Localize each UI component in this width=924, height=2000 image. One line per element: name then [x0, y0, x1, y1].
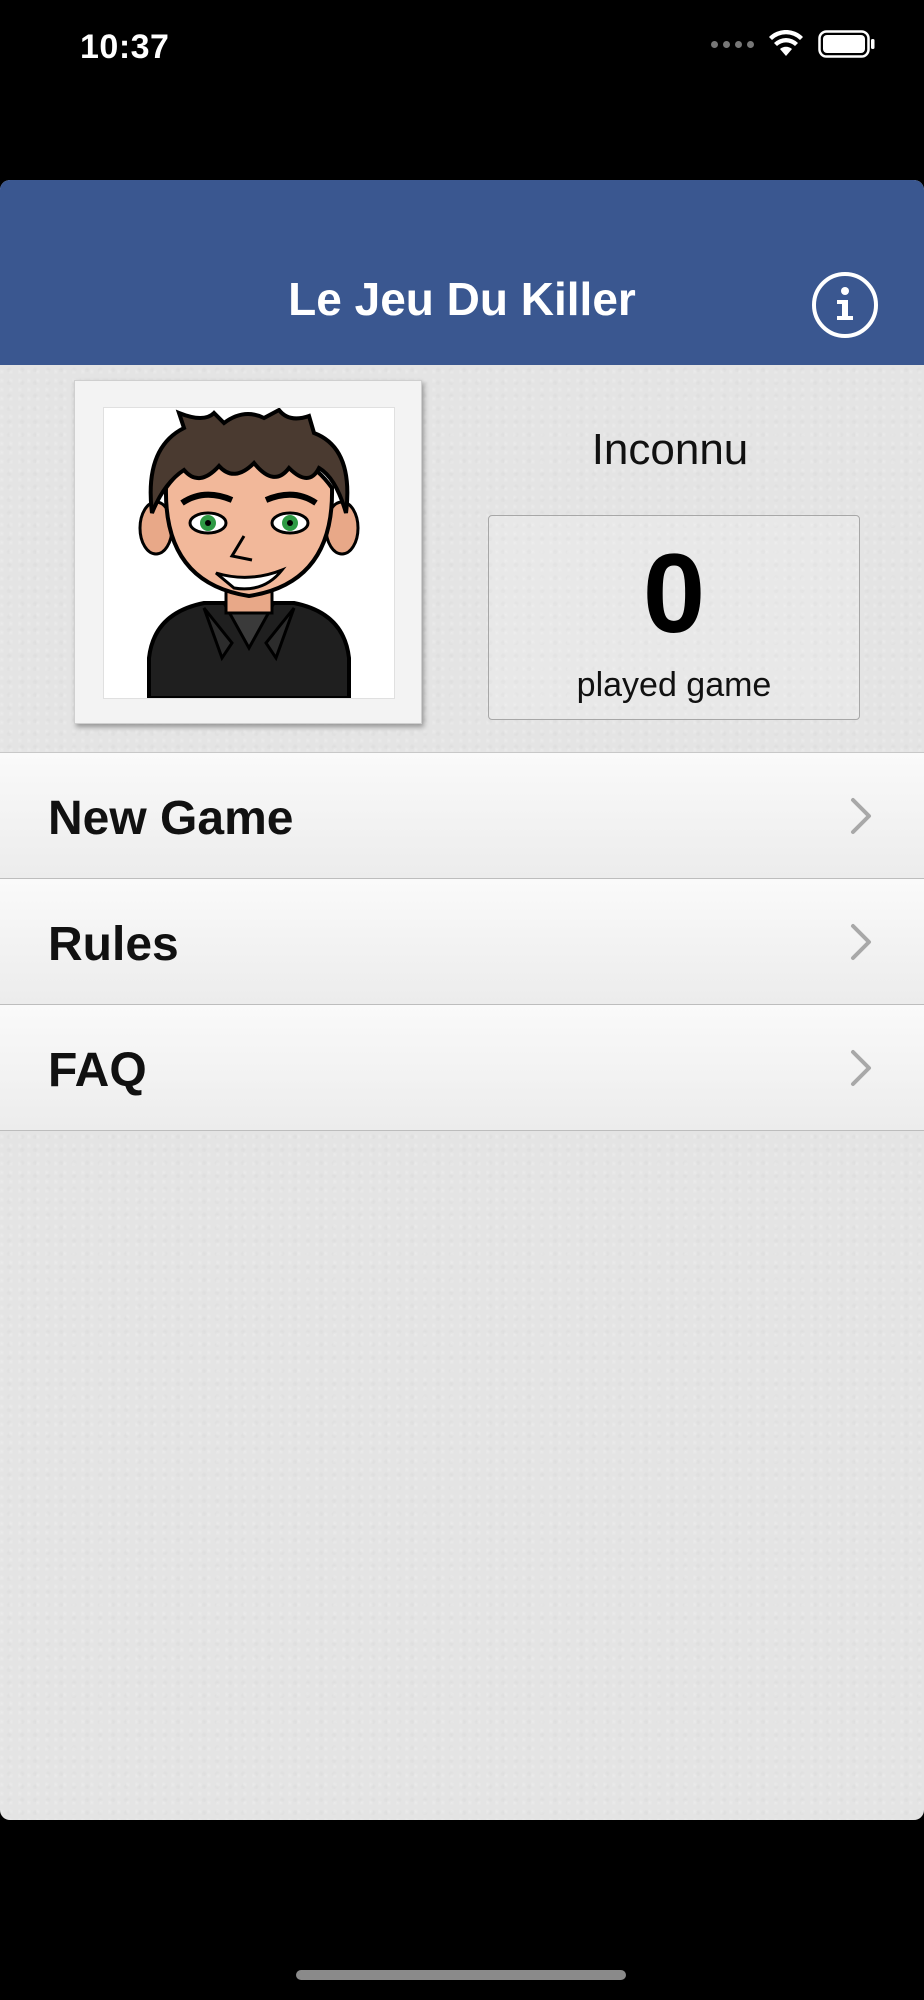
menu-item-label: Rules [48, 918, 179, 971]
status-time: 10:37 [80, 28, 170, 66]
app-screen: Le Jeu Du Killer Inconnu 0 played game N… [0, 180, 924, 1820]
player-name: Inconnu [591, 425, 749, 474]
info-icon [837, 287, 853, 320]
info-button[interactable] [812, 272, 878, 338]
menu-item-label: FAQ [48, 1044, 147, 1097]
played-games-count: 0 [642, 531, 706, 656]
signal-icon [711, 40, 754, 48]
navigation-bar: Le Jeu Du Killer [0, 180, 924, 365]
avatar-frame[interactable] [74, 380, 422, 724]
chevron-right-icon [851, 924, 871, 960]
wifi-icon [769, 30, 803, 56]
home-indicator[interactable] [296, 1970, 626, 1980]
chevron-right-icon [851, 1050, 871, 1086]
nav-title: Le Jeu Du Killer [288, 273, 636, 325]
chevron-right-icon [851, 798, 871, 834]
avatar-image [138, 407, 360, 700]
menu-item-faq[interactable]: FAQ [0, 1005, 924, 1131]
menu-item-new-game[interactable]: New Game [0, 753, 924, 879]
status-bar: 10:37 [0, 0, 924, 100]
played-games-stat: 0 played game [488, 515, 860, 720]
avatar [103, 407, 395, 700]
status-icons [711, 30, 876, 58]
main-menu: New Game Rules FAQ [0, 752, 924, 1131]
menu-item-rules[interactable]: Rules [0, 879, 924, 1005]
battery-icon [818, 30, 875, 58]
played-games-label: played game [576, 666, 772, 704]
menu-item-label: New Game [48, 792, 294, 845]
